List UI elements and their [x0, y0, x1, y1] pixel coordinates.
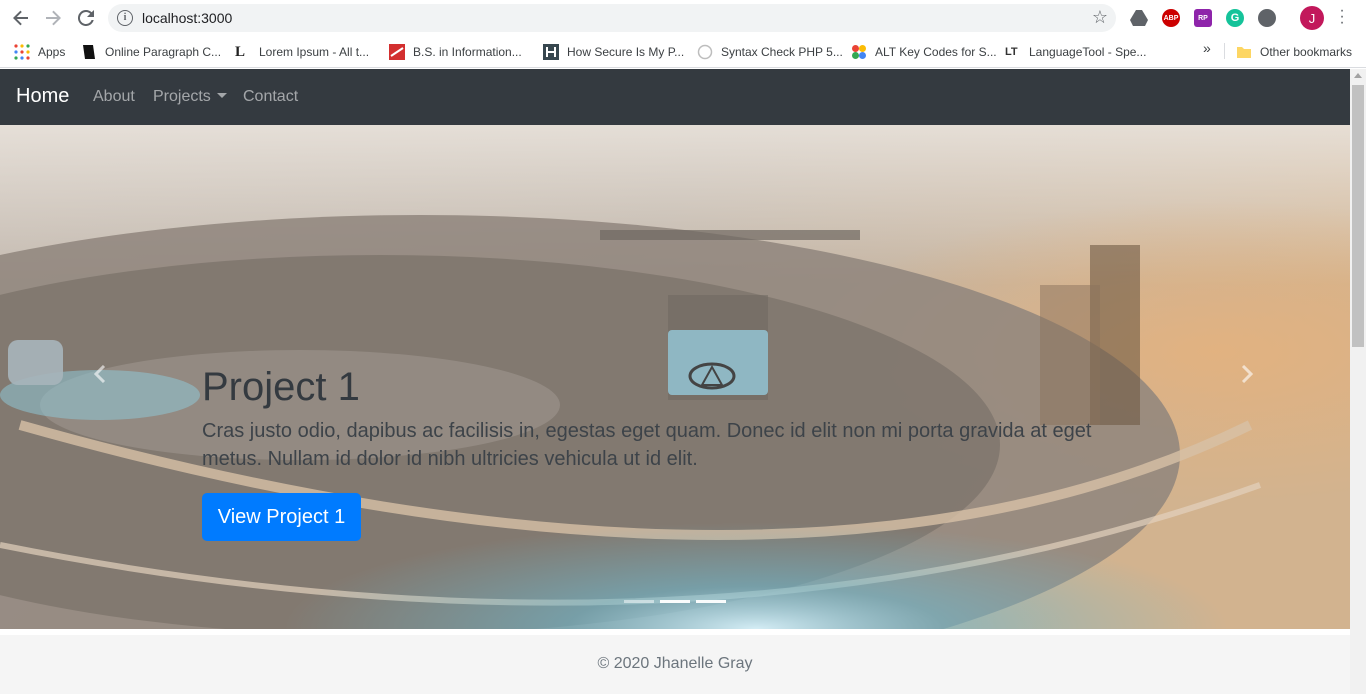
site-footer: © 2020 Jhanelle Gray: [0, 635, 1350, 694]
bookmark-syntax-check[interactable]: Syntax Check PHP 5...: [697, 42, 843, 62]
scrollbar-thumb[interactable]: [1352, 85, 1364, 347]
slide-title: Project 1: [202, 365, 360, 409]
bookmark-lorem-ipsum[interactable]: L Lorem Ipsum - All t...: [235, 42, 369, 62]
folder-icon: [1236, 44, 1252, 60]
site-navbar: Home About Projects Contact: [0, 69, 1350, 125]
bookmark-label: B.S. in Information...: [413, 45, 522, 59]
page-scrollbar[interactable]: [1350, 69, 1366, 694]
reload-icon[interactable]: [75, 7, 97, 29]
bookmark-label: Other bookmarks: [1260, 45, 1353, 59]
languagetool-icon: LT: [1005, 46, 1018, 58]
menu-kebab-icon[interactable]: · · ·: [1336, 3, 1348, 31]
chevron-right-icon: [1241, 365, 1254, 383]
navbar-brand-home[interactable]: Home: [16, 85, 69, 108]
slide-description: Cras justo odio, dapibus ac facilisis in…: [202, 420, 1092, 470]
address-bar[interactable]: i localhost:3000 ☆: [108, 4, 1116, 32]
syntax-icon: [697, 44, 713, 60]
info-icon[interactable]: i: [117, 10, 133, 26]
bookmark-other[interactable]: Other bookmarks: [1236, 42, 1352, 62]
bookmark-how-secure[interactable]: How Secure Is My P...: [543, 42, 684, 62]
rp-label: RP: [1198, 14, 1208, 22]
bookmark-label: Online Paragraph C...: [105, 45, 222, 59]
bookmarks-bar: Apps Online Paragraph C... L Lorem Ipsum …: [0, 36, 1366, 68]
bookmark-languagetool[interactable]: LT LanguageTool - Spe...: [1005, 42, 1146, 62]
caret-down-icon: [216, 93, 227, 98]
bookmark-alt-key-codes[interactable]: ALT Key Codes for S...: [851, 42, 997, 62]
carousel-indicator[interactable]: [696, 600, 726, 603]
rp-extension-icon[interactable]: RP: [1194, 9, 1212, 27]
bookmark-label: LanguageTool - Spe...: [1029, 45, 1147, 59]
adblock-label: ABP: [1163, 14, 1179, 22]
nav-projects-label: Projects: [153, 88, 211, 105]
scroll-up-arrow-icon[interactable]: [1354, 73, 1362, 78]
nav-link-contact[interactable]: Contact: [243, 88, 298, 106]
bookmark-label: How Secure Is My P...: [567, 45, 685, 59]
grammarly-extension-icon[interactable]: G: [1226, 9, 1244, 27]
forward-arrow-icon[interactable]: [42, 7, 64, 29]
nav-link-about[interactable]: About: [93, 88, 135, 106]
bookmark-label: Syntax Check PHP 5...: [721, 45, 843, 59]
url-text[interactable]: localhost:3000: [142, 10, 232, 26]
carousel-indicators: [624, 600, 726, 603]
apps-grid-icon: [14, 44, 30, 60]
bookmark-bs-information[interactable]: B.S. in Information...: [389, 42, 522, 62]
page-viewport: Home About Projects Contact Project 1 Cr…: [0, 69, 1350, 694]
browser-toolbar: i localhost:3000 ☆ ABP RP G J · · ·: [0, 0, 1366, 36]
nav-dropdown-projects[interactable]: Projects: [153, 88, 227, 106]
bookmark-label: Apps: [38, 45, 66, 59]
bookmark-online-paragraph[interactable]: Online Paragraph C...: [81, 42, 221, 62]
bookmarks-overflow-chevron[interactable]: »: [1203, 40, 1211, 56]
carousel-caption: Project 1 Cras justo odio, dapibus ac fa…: [202, 363, 1102, 541]
footer-copyright: © 2020 Jhanelle Gray: [597, 655, 753, 672]
bs-icon: [389, 44, 405, 60]
profile-avatar[interactable]: J: [1300, 6, 1324, 30]
chevron-left-icon: [93, 365, 106, 383]
bookmarks-divider: [1224, 43, 1225, 59]
secure-icon: [543, 44, 559, 60]
drive-extension-icon[interactable]: [1130, 9, 1148, 27]
bookmark-apps[interactable]: Apps: [14, 42, 65, 62]
lorem-icon: L: [235, 44, 246, 60]
bookmark-star-icon[interactable]: ☆: [1092, 7, 1108, 28]
carousel-prev-control[interactable]: [80, 359, 120, 389]
carousel-indicator[interactable]: [624, 600, 654, 603]
bookmark-label: ALT Key Codes for S...: [875, 45, 997, 59]
avatar-initial: J: [1308, 10, 1316, 26]
back-arrow-icon[interactable]: [10, 7, 32, 29]
paragraph-icon: [81, 44, 97, 60]
carousel-indicator[interactable]: [660, 600, 690, 603]
carousel-next-control[interactable]: [1227, 359, 1267, 389]
extension-circle-icon[interactable]: [1258, 9, 1276, 27]
adblock-extension-icon[interactable]: ABP: [1162, 9, 1180, 27]
hero-carousel: Project 1 Cras justo odio, dapibus ac fa…: [0, 125, 1350, 629]
view-project-button[interactable]: View Project 1: [202, 493, 361, 541]
bookmark-label: Lorem Ipsum - All t...: [259, 45, 370, 59]
altkey-icon: [851, 44, 867, 60]
